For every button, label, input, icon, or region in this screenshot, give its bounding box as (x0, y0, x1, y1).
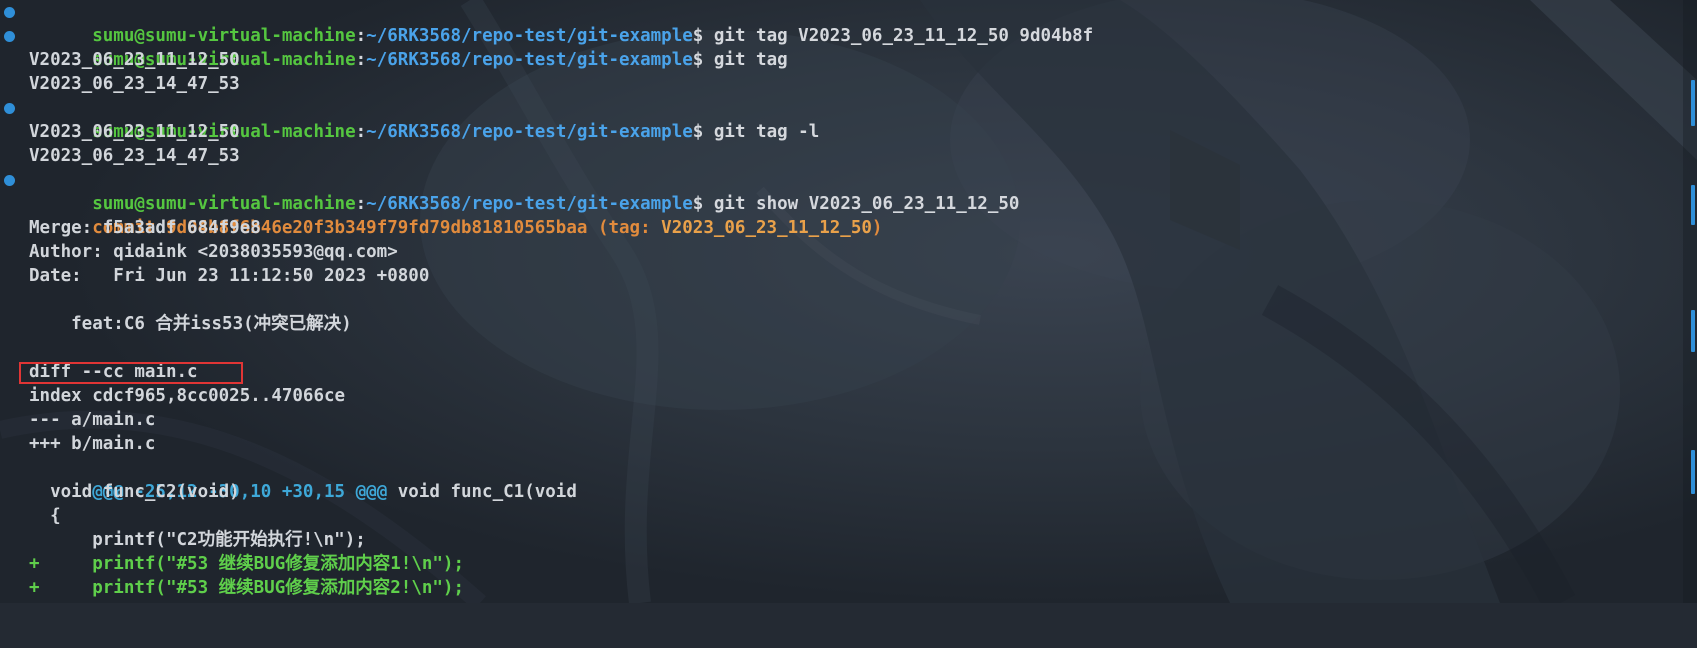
terminal-line-prompt-2: sumu@sumu-virtual-machine:~/6RK3568/repo… (0, 24, 788, 70)
terminal-output[interactable]: sumu@sumu-virtual-machine:~/6RK3568/repo… (0, 0, 1697, 603)
prompt-dot-icon (4, 103, 15, 114)
prompt-dot-icon (4, 175, 15, 186)
terminal-output-line: V2023_06_23_11_12_50 (0, 120, 240, 144)
scrollbar-marker (1691, 310, 1695, 352)
terminal-line-prompt-1: sumu@sumu-virtual-machine:~/6RK3568/repo… (0, 0, 1093, 46)
command-text: git tag (713, 50, 788, 70)
diff-added-line: + printf("#53 继续BUG修复添加内容2!\n"); (29, 578, 465, 598)
diff-old-file-line: --- a/main.c (29, 410, 156, 430)
diff-added-line: + printf("#53 继续BUG修复添加内容1!\n"); (29, 554, 465, 574)
terminal-scrollbar[interactable] (1683, 0, 1697, 603)
diff-new-file-line: +++ b/main.c (29, 434, 156, 454)
diff-code-line: void func_C2(void) (29, 482, 240, 502)
prompt-dot-icon (4, 7, 15, 18)
date-line: Date: Fri Jun 23 11:12:50 2023 +0800 (29, 266, 430, 286)
tag-list-item: V2023_06_23_14_47_53 (29, 146, 240, 166)
terminal-output-line: V2023_06_23_14_47_53 (0, 72, 240, 96)
prompt-symbol: $ (692, 122, 704, 142)
prompt-dot-icon (4, 31, 15, 42)
tag-list-item: V2023_06_23_11_12_50 (29, 50, 240, 70)
diff-hunk-line: @@@ -25,12 -30,10 +30,15 @@@ void func_C… (0, 456, 577, 502)
hunk-context: void func_C1(void (387, 482, 577, 502)
commit-line: commit 9d04b8f6b46e20f3b349f79fd79db8181… (0, 192, 882, 238)
tag-list-item: V2023_06_23_11_12_50 (29, 122, 240, 142)
terminal-output-line: V2023_06_23_11_12_50 (0, 48, 240, 72)
commit-tag: V2023_06_23_11_12_50 (661, 218, 872, 238)
terminal-line-prompt-4: sumu@sumu-virtual-machine:~/6RK3568/repo… (0, 168, 1019, 214)
commit-message-line: feat:C6 合并iss53(冲突已解决) (29, 314, 352, 334)
merge-line: Merge: f5a3adf 684f9e8 (29, 218, 261, 238)
prompt-symbol: $ (692, 50, 704, 70)
diff-header-highlight-box (19, 362, 243, 384)
terminal-output-line: V2023_06_23_14_47_53 (0, 144, 240, 168)
scrollbar-marker (1691, 185, 1695, 225)
author-line: Author: qidaink <2038035593@qq.com> (29, 242, 398, 262)
diff-index-line: index cdcf965,8cc0025..47066ce (29, 386, 346, 406)
command-text: git tag -l (713, 122, 820, 142)
diff-code-line: { (29, 506, 61, 526)
tag-list-item: V2023_06_23_14_47_53 (29, 74, 240, 94)
diff-code-line: printf("C2功能开始执行!\n"); (29, 530, 366, 550)
prompt-path: ~/6RK3568/repo-test/git-example (366, 122, 693, 142)
terminal-line-prompt-3: sumu@sumu-virtual-machine:~/6RK3568/repo… (0, 96, 819, 142)
prompt-path: ~/6RK3568/repo-test/git-example (366, 50, 693, 70)
scrollbar-marker (1691, 450, 1695, 494)
scrollbar-marker (1691, 80, 1695, 126)
commit-suffix: ) (871, 218, 883, 238)
